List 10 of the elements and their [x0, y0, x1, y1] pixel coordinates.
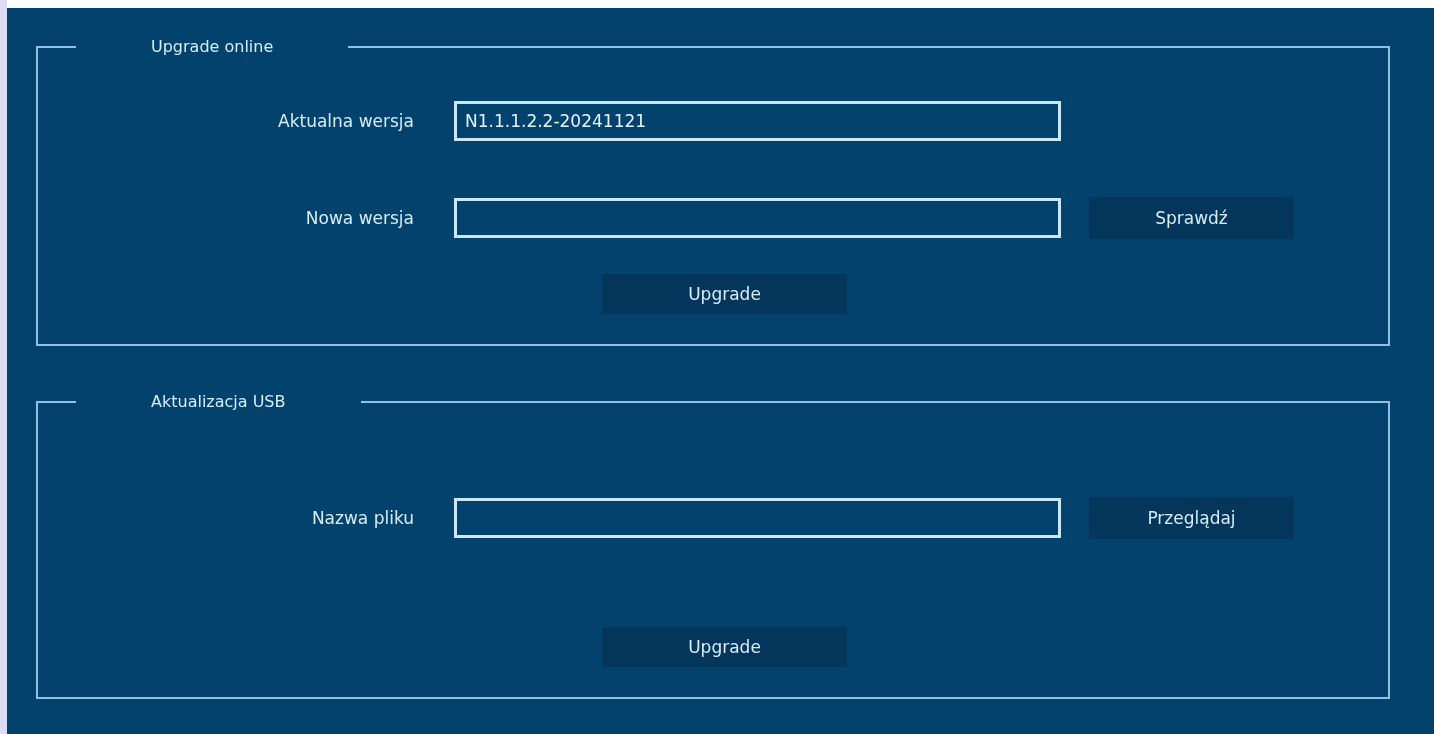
- input-field[interactable]: [454, 198, 1061, 238]
- field-label: Aktualna wersja: [277, 111, 414, 131]
- field-label: Nowa wersja: [304, 208, 414, 228]
- upgrade-button[interactable]: Upgrade: [602, 274, 847, 314]
- field-label: Nazwa pliku: [310, 508, 414, 528]
- input-field[interactable]: [454, 498, 1061, 538]
- button[interactable]: Sprawdź: [1089, 197, 1294, 239]
- button[interactable]: Przeglądaj: [1089, 497, 1294, 539]
- upgrade-button[interactable]: Upgrade: [602, 627, 847, 667]
- input-field[interactable]: N1.1.1.2.2-20241121: [454, 101, 1061, 141]
